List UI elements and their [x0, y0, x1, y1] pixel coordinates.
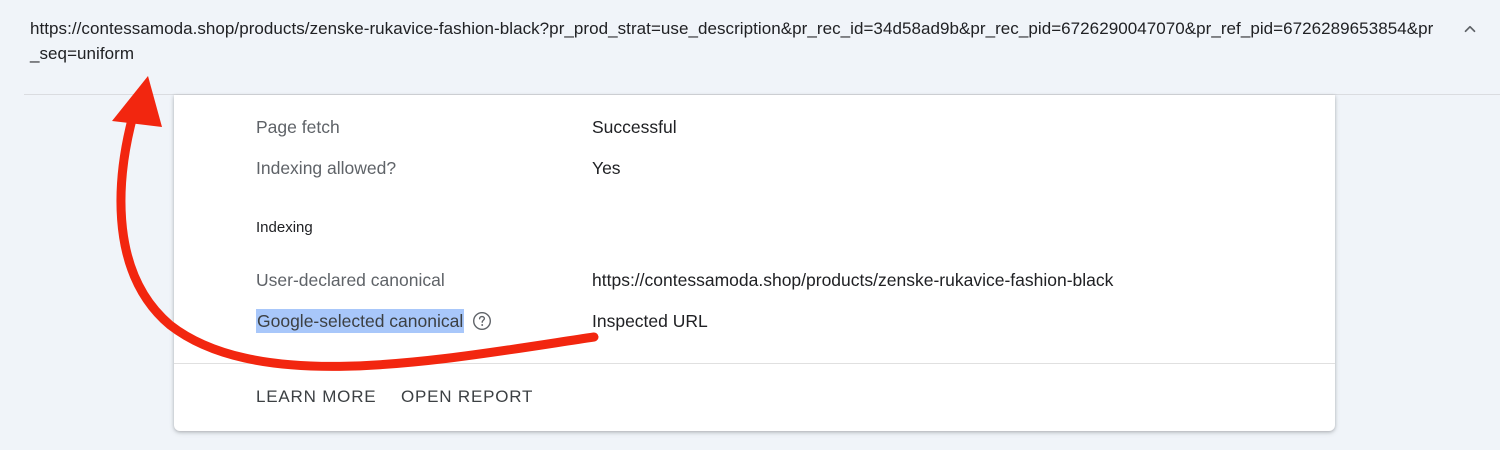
user-canonical-label: User-declared canonical: [256, 270, 445, 290]
learn-more-button[interactable]: LEARN MORE: [256, 385, 376, 409]
user-canonical-value: https://contessamoda.shop/products/zensk…: [592, 270, 1114, 290]
open-report-button[interactable]: OPEN REPORT: [401, 385, 533, 409]
page-fetch-label: Page fetch: [256, 117, 340, 137]
google-canonical-label: Google-selected canonical: [256, 309, 465, 333]
indexing-allowed-value: Yes: [592, 158, 621, 178]
inspected-url: https://contessamoda.shop/products/zensk…: [30, 19, 1434, 63]
google-canonical-label-wrap: Google-selected canonical: [256, 309, 492, 333]
google-canonical-value: Inspected URL: [592, 311, 708, 331]
indexing-section-title: Indexing: [256, 219, 313, 236]
help-circle-icon[interactable]: [472, 311, 492, 331]
indexing-allowed-label: Indexing allowed?: [256, 158, 397, 178]
page-fetch-value: Successful: [592, 117, 677, 137]
inspection-details-card: Page fetch Successful Indexing allowed? …: [174, 95, 1335, 431]
card-divider: [174, 363, 1335, 364]
chevron-up-icon: [1464, 25, 1476, 33]
collapse-button[interactable]: [1455, 14, 1485, 44]
url-header: https://contessamoda.shop/products/zensk…: [0, 0, 1500, 94]
